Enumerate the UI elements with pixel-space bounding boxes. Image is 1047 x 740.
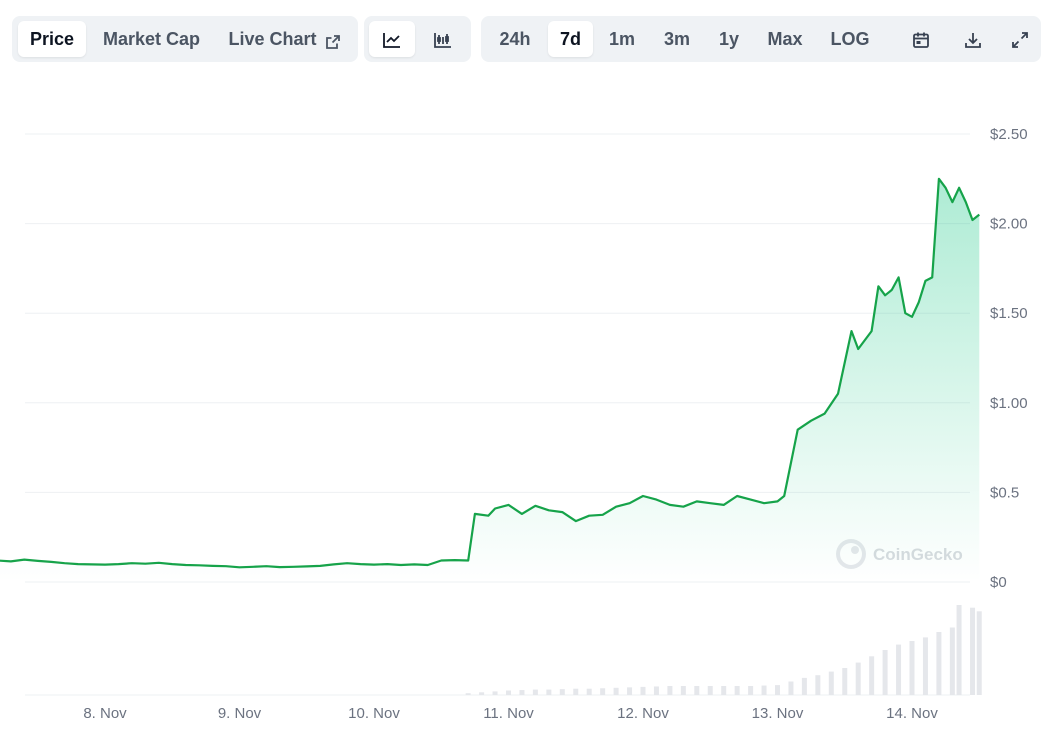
- external-link-icon: [325, 23, 341, 59]
- volume-bar: [694, 686, 700, 695]
- volume-bar: [519, 690, 525, 695]
- volume-bar: [748, 686, 754, 695]
- tab-live-chart[interactable]: Live Chart: [217, 21, 352, 57]
- x-tick-label: 14. Nov: [886, 705, 938, 722]
- volume-bar: [465, 693, 471, 695]
- candlestick-chart-button[interactable]: [420, 21, 466, 57]
- volume-bar: [922, 637, 928, 695]
- log-scale-label: LOG: [830, 29, 870, 49]
- calendar-button[interactable]: [899, 21, 943, 57]
- x-tick-label: 11. Nov: [483, 705, 534, 722]
- range-1y-label: 1y: [718, 29, 740, 49]
- volume-bar: [559, 689, 565, 695]
- range-max[interactable]: Max: [757, 21, 813, 57]
- volume-bars: [465, 605, 982, 695]
- y-tick-label: $1.50: [990, 305, 1028, 322]
- range-7d-label: 7d: [559, 29, 581, 49]
- x-axis-ticks: 8. Nov 9. Nov 10. Nov 11. Nov 12. Nov 13. Nov…: [83, 705, 938, 722]
- range-24h[interactable]: 24h: [489, 21, 541, 57]
- volume-bar: [855, 662, 861, 695]
- y-tick-label: $2.50: [990, 126, 1028, 143]
- volume-bar: [653, 686, 659, 695]
- volume-bar: [896, 644, 902, 695]
- download-icon: [964, 29, 982, 49]
- range-3m[interactable]: 3m: [653, 21, 701, 57]
- volume-bar: [506, 690, 511, 695]
- volume-bar: [707, 686, 713, 695]
- chart-type-group: [364, 16, 471, 62]
- volume-bar: [546, 689, 552, 695]
- line-chart-icon: [382, 29, 402, 49]
- volume-bar: [882, 650, 888, 695]
- range-1m-label: 1m: [608, 29, 635, 49]
- volume-bar: [721, 686, 727, 695]
- tab-market-cap[interactable]: Market Cap: [94, 21, 209, 57]
- range-1m[interactable]: 1m: [601, 21, 643, 57]
- volume-bar: [532, 689, 538, 695]
- volume-bar: [869, 656, 875, 695]
- range-24h-label: 24h: [499, 29, 531, 49]
- fullscreen-icon: [1011, 29, 1029, 49]
- x-tick-label: 8. Nov: [83, 705, 127, 722]
- volume-bar: [788, 681, 794, 695]
- volume-bar: [479, 692, 485, 695]
- range-7d[interactable]: 7d: [548, 21, 593, 57]
- y-axis-ticks: $0 $0.5 $1.00 $1.50 $2.00 $2.50: [990, 126, 1028, 591]
- range-group: 24h 7d 1m 3m 1y Max LOG: [481, 16, 1041, 62]
- volume-bar: [815, 675, 821, 695]
- x-tick-label: 13. Nov: [752, 705, 804, 722]
- y-tick-label: $0: [990, 574, 1007, 591]
- tab-price-label: Price: [29, 29, 75, 49]
- volume-bar: [761, 685, 767, 695]
- volume-bar: [936, 632, 942, 695]
- volume-bar: [640, 686, 646, 695]
- range-3m-label: 3m: [663, 29, 690, 49]
- download-button[interactable]: [951, 21, 995, 57]
- y-tick-label: $0.5: [990, 484, 1019, 501]
- tab-market-cap-label: Market Cap: [102, 29, 201, 49]
- volume-bar: [956, 605, 962, 695]
- x-tick-label: 10. Nov: [348, 705, 400, 722]
- volume-bar: [492, 691, 498, 695]
- volume-bar: [842, 668, 848, 695]
- range-1y[interactable]: 1y: [709, 21, 749, 57]
- volume-bar: [828, 671, 834, 695]
- line-chart-button[interactable]: [369, 21, 415, 57]
- volume-bar: [613, 687, 619, 695]
- x-tick-label: 12. Nov: [617, 705, 669, 722]
- price-area: [0, 178, 980, 582]
- range-max-label: Max: [767, 29, 803, 49]
- volume-bar: [909, 641, 915, 695]
- view-tab-group: Price Market Cap Live Chart: [12, 16, 358, 62]
- volume-bar: [970, 607, 976, 695]
- candlestick-chart-icon: [433, 29, 453, 49]
- volume-bar: [573, 688, 579, 695]
- log-scale-toggle[interactable]: LOG: [821, 21, 879, 57]
- tab-price[interactable]: Price: [18, 21, 86, 57]
- fullscreen-button[interactable]: [1001, 21, 1039, 57]
- volume-bar: [801, 677, 807, 695]
- volume-bar: [734, 686, 740, 695]
- calendar-icon: [912, 29, 930, 49]
- volume-bar: [667, 686, 673, 695]
- volume-bar: [680, 686, 686, 695]
- price-chart[interactable]: $0$0.5$1.00$1.50$2.00$2.50CoinGecko8. No…: [0, 0, 1047, 740]
- volume-bar: [775, 685, 780, 695]
- y-tick-label: $2.00: [990, 216, 1028, 233]
- x-tick-label: 9. Nov: [218, 705, 262, 722]
- volume-bar: [627, 687, 633, 695]
- volume-bar: [976, 611, 982, 695]
- volume-bar: [949, 627, 955, 695]
- tab-live-chart-label: Live Chart: [228, 29, 317, 49]
- volume-bar: [600, 688, 606, 695]
- volume-bar: [586, 688, 592, 695]
- y-tick-label: $1.00: [990, 395, 1028, 412]
